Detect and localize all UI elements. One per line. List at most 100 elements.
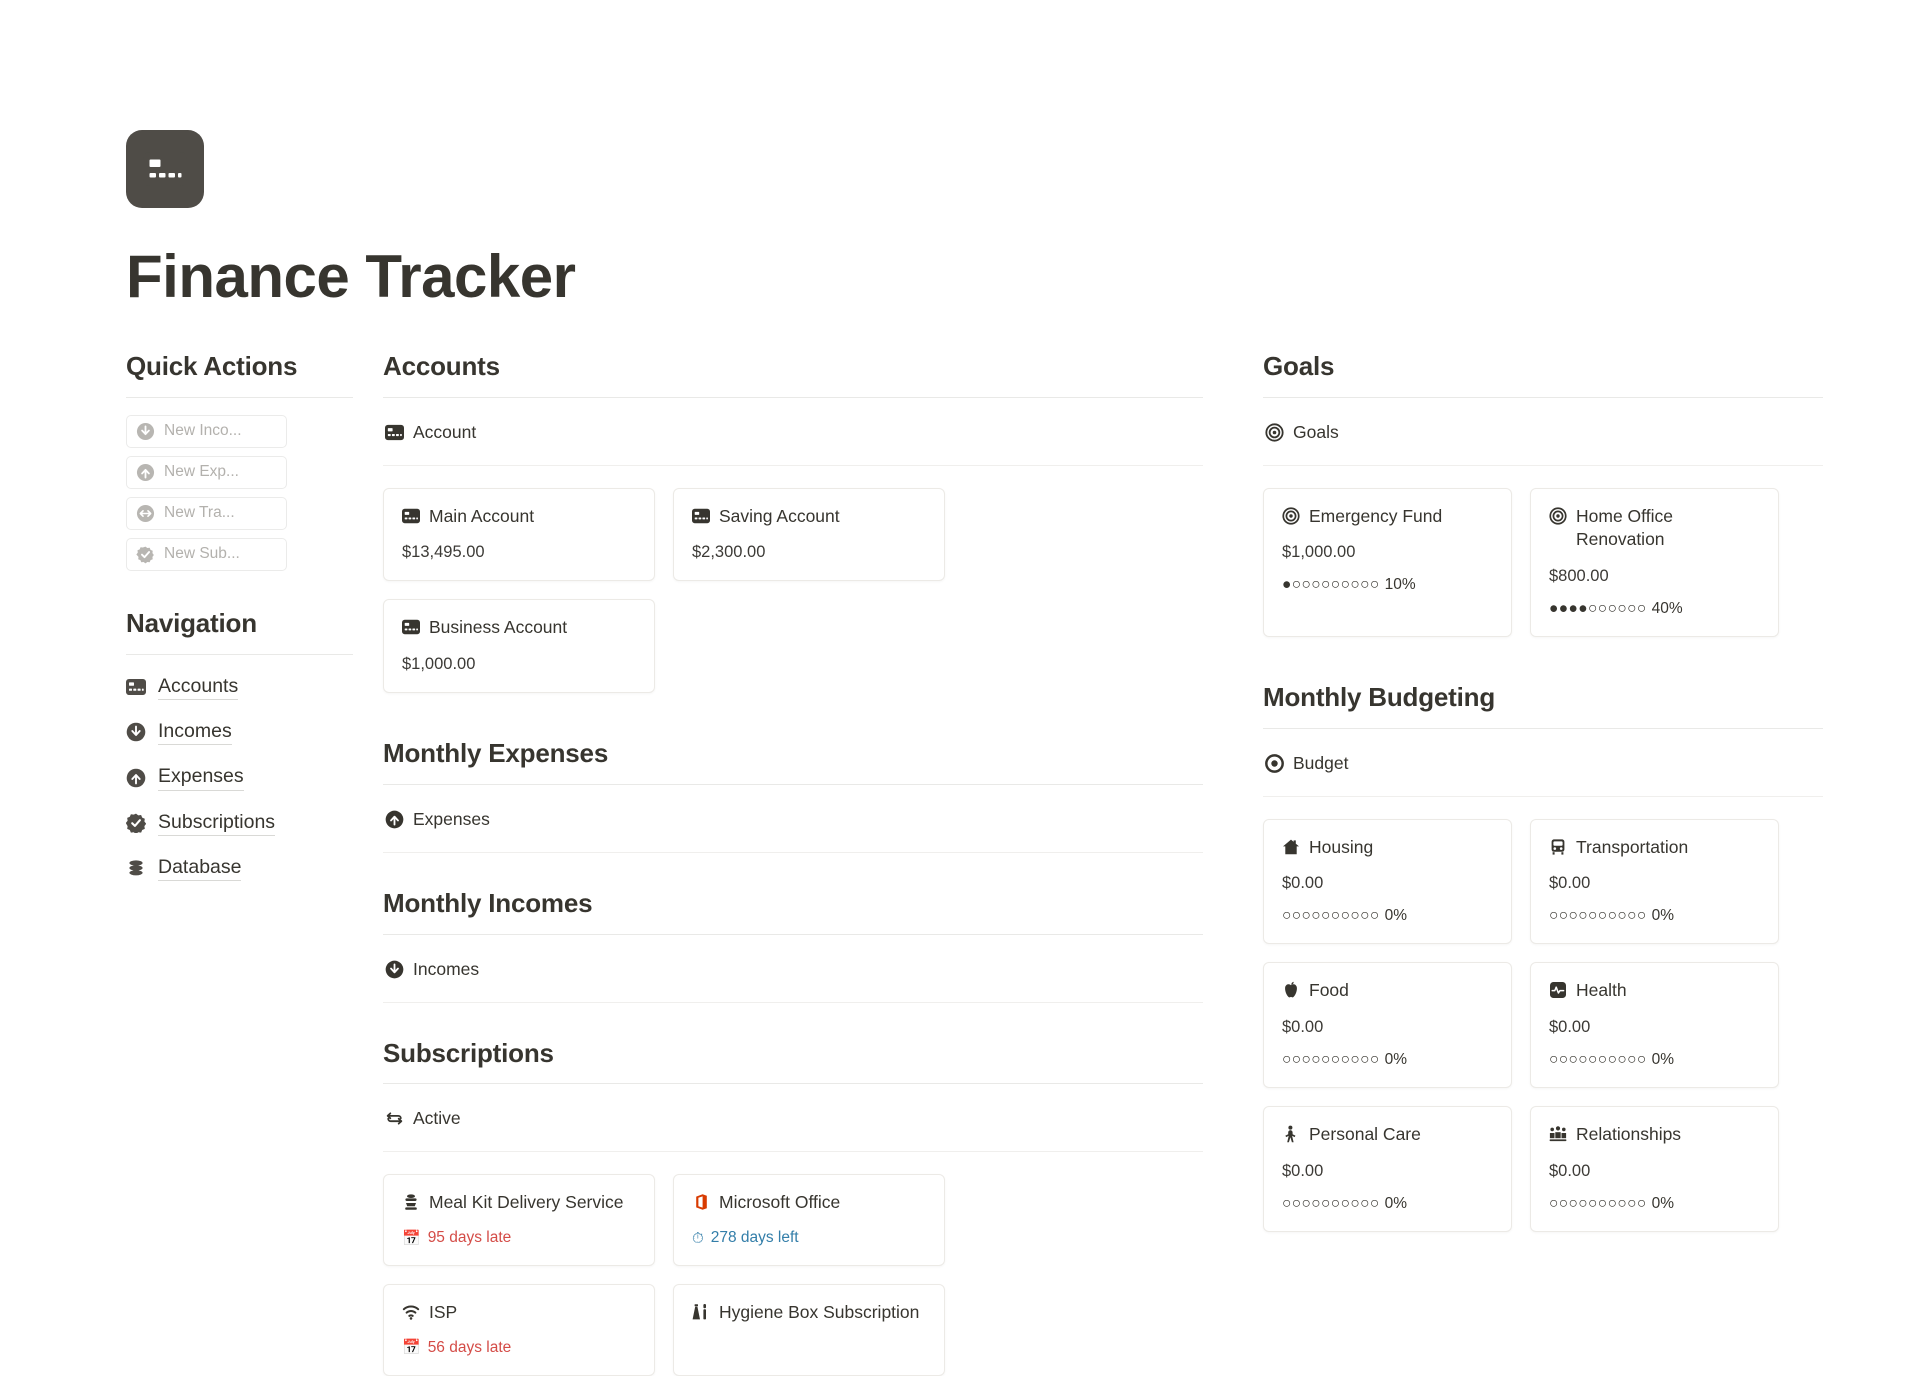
budget-card[interactable]: Health $0.00 ○○○○○○○○○○ 0% bbox=[1530, 962, 1779, 1089]
subscription-card-title: Microsoft Office bbox=[719, 1192, 841, 1213]
budget-card-title-row: Health bbox=[1549, 979, 1760, 1003]
budget-card-title: Housing bbox=[1309, 836, 1374, 857]
person-icon bbox=[1285, 1125, 1296, 1143]
subscription-card[interactable]: ISP 📅 56 days late bbox=[383, 1284, 655, 1376]
goal-progress: ●○○○○○○○○○ 10% bbox=[1282, 576, 1493, 594]
new-income-button[interactable]: New Inco... bbox=[126, 414, 287, 448]
quick-actions-heading: Quick Actions bbox=[126, 351, 298, 381]
subscription-card-title: Hygiene Box Subscription bbox=[719, 1302, 920, 1323]
budget-progress: ○○○○○○○○○○ 0% bbox=[1549, 907, 1760, 925]
budget-card-title-row: Food bbox=[1282, 979, 1493, 1003]
account-card-amount: $2,300.00 bbox=[692, 543, 766, 562]
credit-card-icon bbox=[385, 424, 404, 440]
arrow-up-circle-icon bbox=[385, 810, 404, 829]
goal-card-title-row: Home Office Renovation bbox=[1549, 505, 1760, 552]
status-badge: ⏱ 278 days left bbox=[692, 1229, 926, 1247]
new-expense-button[interactable]: New Exp... bbox=[126, 455, 287, 489]
verified-check-icon bbox=[136, 546, 154, 564]
arrow-down-circle-icon bbox=[126, 722, 146, 742]
status-badge: 📅 56 days late bbox=[402, 1339, 636, 1357]
expenses-view-label: Expenses bbox=[413, 808, 490, 829]
bus-icon bbox=[1551, 839, 1565, 855]
goals-card-grid: Emergency Fund $1,000.00 ●○○○○○○○○○10% bbox=[1263, 487, 1823, 638]
subscriptions-view-header[interactable]: Active bbox=[383, 1084, 1203, 1153]
budget-progress-dots: ○○○○○○○○○○ bbox=[1282, 907, 1380, 925]
budget-card[interactable]: Housing $0.00 ○○○○○○○○○○ 0% bbox=[1263, 818, 1512, 945]
budget-progress: ○○○○○○○○○○ 0% bbox=[1282, 1051, 1493, 1069]
new-transfer-button[interactable]: New Tra... bbox=[126, 496, 287, 530]
new-subscription-button[interactable]: New Sub... bbox=[126, 537, 287, 571]
sidebar-item-incomes[interactable]: Incomes bbox=[126, 719, 353, 746]
subscription-card-title: Meal Kit Delivery Service bbox=[429, 1192, 624, 1213]
sidebar-item-database-label: Database bbox=[158, 855, 242, 882]
subscription-card-title-row: ISP bbox=[402, 1301, 636, 1325]
finance-tracker-page: Finance Tracker Quick Actions New Inco..… bbox=[0, 0, 1920, 1376]
budget-view-header[interactable]: Budget bbox=[1263, 729, 1823, 797]
budget-view-label: Budget bbox=[1293, 752, 1349, 773]
red-calendar-emoji: 📅 bbox=[402, 1229, 421, 1247]
sidebar-item-subscriptions[interactable]: Subscriptions bbox=[126, 810, 353, 837]
sidebar-item-incomes-label: Incomes bbox=[158, 719, 232, 746]
meal-kit-icon bbox=[405, 1194, 417, 1211]
account-card-title: Main Account bbox=[429, 505, 535, 526]
goals-view-header[interactable]: Goals bbox=[1263, 398, 1823, 466]
budgeting-heading: Monthly Budgeting bbox=[1263, 682, 1495, 713]
goal-card-title: Home Office Renovation bbox=[1576, 505, 1673, 550]
account-card-title: Saving Account bbox=[719, 505, 840, 526]
budget-progress-percent: 0% bbox=[1651, 1194, 1675, 1212]
budget-progress: ○○○○○○○○○○ 0% bbox=[1549, 1051, 1760, 1069]
account-card[interactable]: Business Account $1,000.00 bbox=[383, 599, 655, 694]
sidebar-item-accounts[interactable]: Accounts bbox=[126, 674, 353, 700]
accounts-section: Accounts Account Main Account $13,495.00… bbox=[383, 350, 1203, 694]
expenses-view-header[interactable]: Expenses bbox=[383, 785, 1203, 853]
database-icon bbox=[129, 860, 143, 876]
right-column: Goals Goals Emergency Fund $1,000.00 ●○○… bbox=[1263, 350, 1823, 1376]
status-badge-text: 95 days late bbox=[427, 1229, 512, 1247]
goal-card-title-row: Emergency Fund bbox=[1282, 505, 1493, 529]
budget-card[interactable]: Relationships $0.00 ○○○○○○○○○○ 0% bbox=[1530, 1106, 1779, 1232]
budget-progress-percent: 0% bbox=[1384, 1051, 1408, 1069]
budget-card[interactable]: Transportation $0.00 ○○○○○○○○○○ 0% bbox=[1530, 818, 1779, 945]
apple-icon bbox=[1285, 982, 1297, 998]
subscriptions-section: Subscriptions Active Meal Kit Delivery S… bbox=[383, 1037, 1203, 1376]
subscription-card[interactable]: Meal Kit Delivery Service 📅 95 days late bbox=[383, 1174, 655, 1267]
budgeting-section: Monthly Budgeting Budget Housing $0.00 ○… bbox=[1263, 681, 1823, 1232]
subscription-card-title: ISP bbox=[429, 1302, 458, 1323]
credit-card-icon bbox=[692, 508, 710, 523]
goals-section: Goals Goals Emergency Fund $1,000.00 ●○○… bbox=[1263, 350, 1823, 638]
navigation-list: Accounts Incomes Expenses Subscriptions … bbox=[126, 674, 353, 882]
accounts-view-header[interactable]: Account bbox=[383, 398, 1203, 466]
incomes-view-header[interactable]: Incomes bbox=[383, 935, 1203, 1003]
red-calendar-emoji: 📅 bbox=[402, 1339, 421, 1357]
sidebar-item-database[interactable]: Database bbox=[126, 855, 353, 882]
record-circle-icon bbox=[1265, 753, 1284, 773]
budget-card[interactable]: Personal Care $0.00 ○○○○○○○○○○ 0% bbox=[1263, 1106, 1512, 1232]
account-card-amount: $13,495.00 bbox=[402, 543, 485, 562]
sidebar-item-expenses[interactable]: Expenses bbox=[126, 764, 353, 791]
goals-view-label: Goals bbox=[1293, 421, 1339, 442]
goal-progress-percent: 40% bbox=[1651, 600, 1683, 618]
subscription-card[interactable]: Microsoft Office ⏱ 278 days left bbox=[673, 1174, 945, 1267]
subscription-card[interactable]: Hygiene Box Subscription bbox=[673, 1284, 945, 1376]
budget-card-amount: $0.00 bbox=[1549, 874, 1591, 893]
budget-card-amount: $0.00 bbox=[1549, 1018, 1591, 1037]
budget-progress-dots: ○○○○○○○○○○ bbox=[1282, 1194, 1380, 1212]
goal-card[interactable]: Emergency Fund $1,000.00 ●○○○○○○○○○ 10% bbox=[1263, 487, 1512, 638]
budget-card[interactable]: Food $0.00 ○○○○○○○○○○ 0% bbox=[1263, 962, 1512, 1089]
sidebar-item-accounts-label: Accounts bbox=[158, 674, 239, 700]
monthly-incomes-section: Monthly Incomes Incomes bbox=[383, 887, 1203, 1003]
account-card-title-row: Main Account bbox=[402, 505, 636, 529]
account-card-title-row: Business Account bbox=[402, 616, 636, 640]
monthly-incomes-heading: Monthly Incomes bbox=[383, 887, 593, 918]
account-card[interactable]: Main Account $13,495.00 bbox=[383, 487, 655, 582]
target-icon bbox=[1265, 423, 1284, 442]
subscription-card-title-row: Meal Kit Delivery Service bbox=[402, 1191, 636, 1215]
goal-card[interactable]: Home Office Renovation $800.00 ●●●●○○○○○… bbox=[1530, 487, 1779, 638]
quick-actions-section: Quick Actions New Inco... New Exp... New… bbox=[126, 350, 353, 571]
account-card[interactable]: Saving Account $2,300.00 bbox=[673, 487, 945, 582]
budget-card-amount: $0.00 bbox=[1282, 1161, 1324, 1180]
monthly-expenses-section: Monthly Expenses Expenses bbox=[383, 737, 1203, 853]
goal-card-amount: $800.00 bbox=[1549, 567, 1609, 586]
